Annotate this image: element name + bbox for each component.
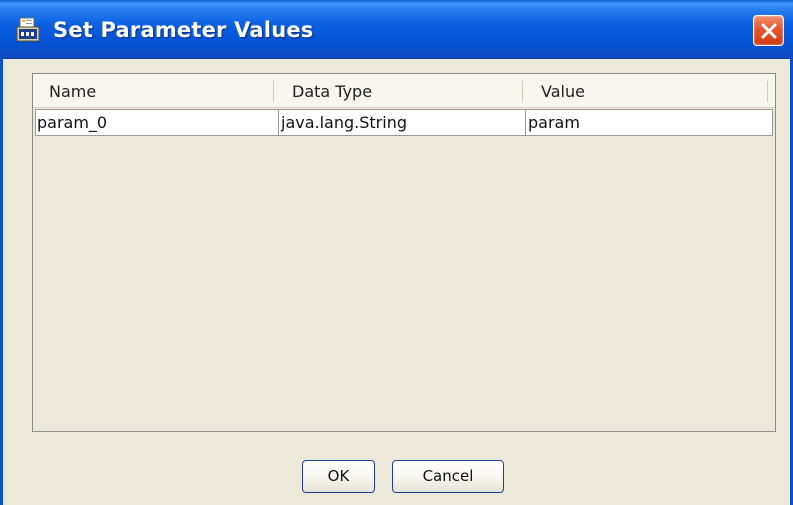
window-title: Set Parameter Values [53, 18, 314, 42]
close-button[interactable] [753, 15, 784, 46]
table-row[interactable]: param_0 java.lang.String param [35, 109, 773, 136]
column-header-value[interactable]: Value [541, 74, 585, 107]
window-frame-left [0, 58, 3, 505]
close-icon [761, 23, 777, 39]
cell-value[interactable]: param [528, 110, 580, 135]
cancel-button[interactable]: Cancel [392, 460, 504, 493]
table-header: Name Data Type Value [33, 74, 775, 108]
cell-divider [525, 110, 526, 135]
parameters-table: Name Data Type Value param_0 java.lang.S… [32, 73, 776, 432]
column-header-data-type[interactable]: Data Type [292, 74, 372, 107]
cell-divider [278, 110, 279, 135]
ok-button[interactable]: OK [302, 460, 375, 493]
set-parameter-values-dialog: Set Parameter Values Name Data Type Valu… [0, 0, 793, 505]
title-bar[interactable]: Set Parameter Values [0, 0, 793, 59]
column-divider[interactable] [767, 81, 768, 102]
report-parameter-icon [15, 17, 41, 43]
cell-name[interactable]: param_0 [37, 110, 107, 135]
column-divider[interactable] [522, 81, 523, 102]
cell-data-type[interactable]: java.lang.String [281, 110, 407, 135]
column-divider[interactable] [273, 81, 274, 102]
column-header-name[interactable]: Name [49, 74, 96, 107]
